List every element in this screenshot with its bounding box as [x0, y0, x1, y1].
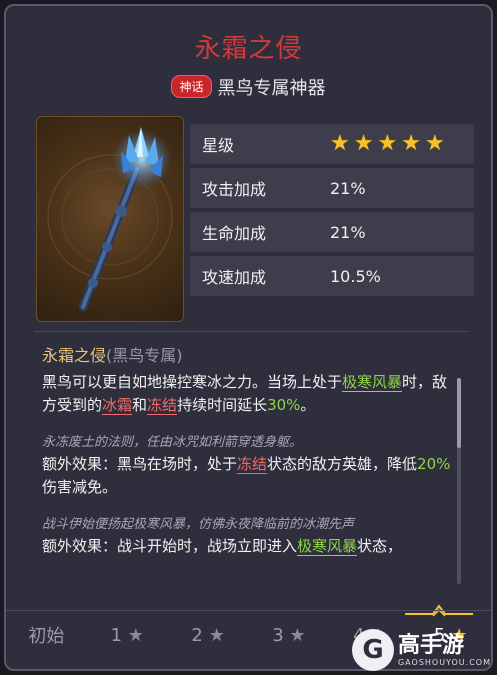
- stat-label: 攻速加成: [202, 268, 267, 287]
- description-title: 永霜之侵(黑鸟专属): [42, 344, 454, 367]
- artifact-title: 永霜之侵: [194, 34, 303, 64]
- description-scrollbar[interactable]: [457, 378, 461, 584]
- stat-label: 生命加成: [202, 224, 267, 243]
- artifact-name: 永霜之侵: [42, 346, 107, 365]
- level-initial-tab[interactable]: 初始: [6, 622, 87, 648]
- star-icon: ★: [330, 131, 350, 156]
- watermark: G 高手游 GAOSHOUYOU.COM: [351, 629, 491, 671]
- star-rating: ★ ★ ★ ★ ★: [330, 133, 474, 155]
- star-icon: ★: [289, 624, 306, 646]
- stat-row-star-level: 星级 ★ ★ ★ ★ ★: [190, 124, 474, 164]
- divider: [34, 331, 469, 332]
- artifact-subtitle: 神话 黑鸟专属神器: [6, 74, 491, 100]
- effect-paragraph-1: 黑鸟可以更自如地操控寒冰之力。当场上处于极寒风暴时，敌方受到的冰霜和冻结持续时间…: [42, 373, 448, 415]
- star-icon: ★: [377, 131, 398, 156]
- lore-text-2: 战斗伊始便扬起极寒风暴，仿佛永夜降临前的冰潮先声: [42, 517, 355, 532]
- keyword-link[interactable]: 冰霜: [102, 396, 133, 415]
- keyword-link[interactable]: 冻结: [237, 455, 268, 474]
- rarity-badge: 神话: [171, 75, 212, 98]
- stat-label: 攻击加成: [202, 180, 267, 199]
- star-icon: ★: [127, 624, 144, 646]
- stat-row-attack: 攻击加成 21%: [190, 168, 474, 208]
- star-icon: ★: [401, 131, 421, 156]
- artifact-panel: 永霜之侵 神话 黑鸟专属神器 星级 ★ ★ ★ ★ ★ 攻击加成 21% 生命加…: [4, 4, 493, 671]
- frost-staff-icon: [47, 127, 173, 312]
- watermark-url: GAOSHOUYOU.COM: [397, 657, 491, 667]
- level-2-tab[interactable]: 2 ★: [168, 625, 249, 646]
- keyword-link[interactable]: 冻结: [147, 396, 178, 415]
- artifact-owner: 黑鸟专属神器: [217, 78, 326, 99]
- stats-table: 星级 ★ ★ ★ ★ ★ 攻击加成 21% 生命加成 21% 攻速加成 10.5…: [190, 124, 474, 300]
- stat-value: 21%: [330, 222, 366, 242]
- star-icon: ★: [208, 624, 225, 646]
- effect-paragraph-2: 额外效果：黑鸟在场时，处于冻结状态的敌方英雄，降低20%伤害减免。: [42, 455, 451, 496]
- scrollbar-thumb[interactable]: [457, 378, 461, 448]
- lore-text-1: 永冻废土的法则，任由冰咒如利箭穿透身躯。: [42, 435, 303, 450]
- level-3-tab[interactable]: 3 ★: [248, 625, 329, 646]
- stat-row-health: 生命加成 21%: [190, 212, 474, 252]
- watermark-name: 高手游: [397, 632, 464, 658]
- keyword-link[interactable]: 极寒风暴: [342, 373, 403, 392]
- stat-label: 星级: [202, 136, 235, 155]
- gaoshouyou-logo-icon: G: [351, 629, 394, 671]
- stat-value: 10.5%: [330, 266, 381, 286]
- stat-value: 21%: [330, 178, 366, 198]
- effect-paragraph-3: 额外效果：战斗开始时，战场立即进入极寒风暴状态，: [42, 537, 403, 556]
- artifact-image: [36, 116, 184, 322]
- description-scroll-area[interactable]: 永霜之侵(黑鸟专属) 黑鸟可以更自如地操控寒冰之力。当场上处于极寒风暴时，敌方受…: [42, 344, 454, 584]
- level-1-tab[interactable]: 1 ★: [87, 625, 168, 646]
- star-icon: ★: [353, 131, 374, 156]
- keyword-link[interactable]: 极寒风暴: [297, 537, 358, 556]
- star-icon: ★: [424, 131, 445, 156]
- artifact-name-suffix: (黑鸟专属): [106, 346, 183, 365]
- stat-row-attack-speed: 攻速加成 10.5%: [190, 256, 474, 296]
